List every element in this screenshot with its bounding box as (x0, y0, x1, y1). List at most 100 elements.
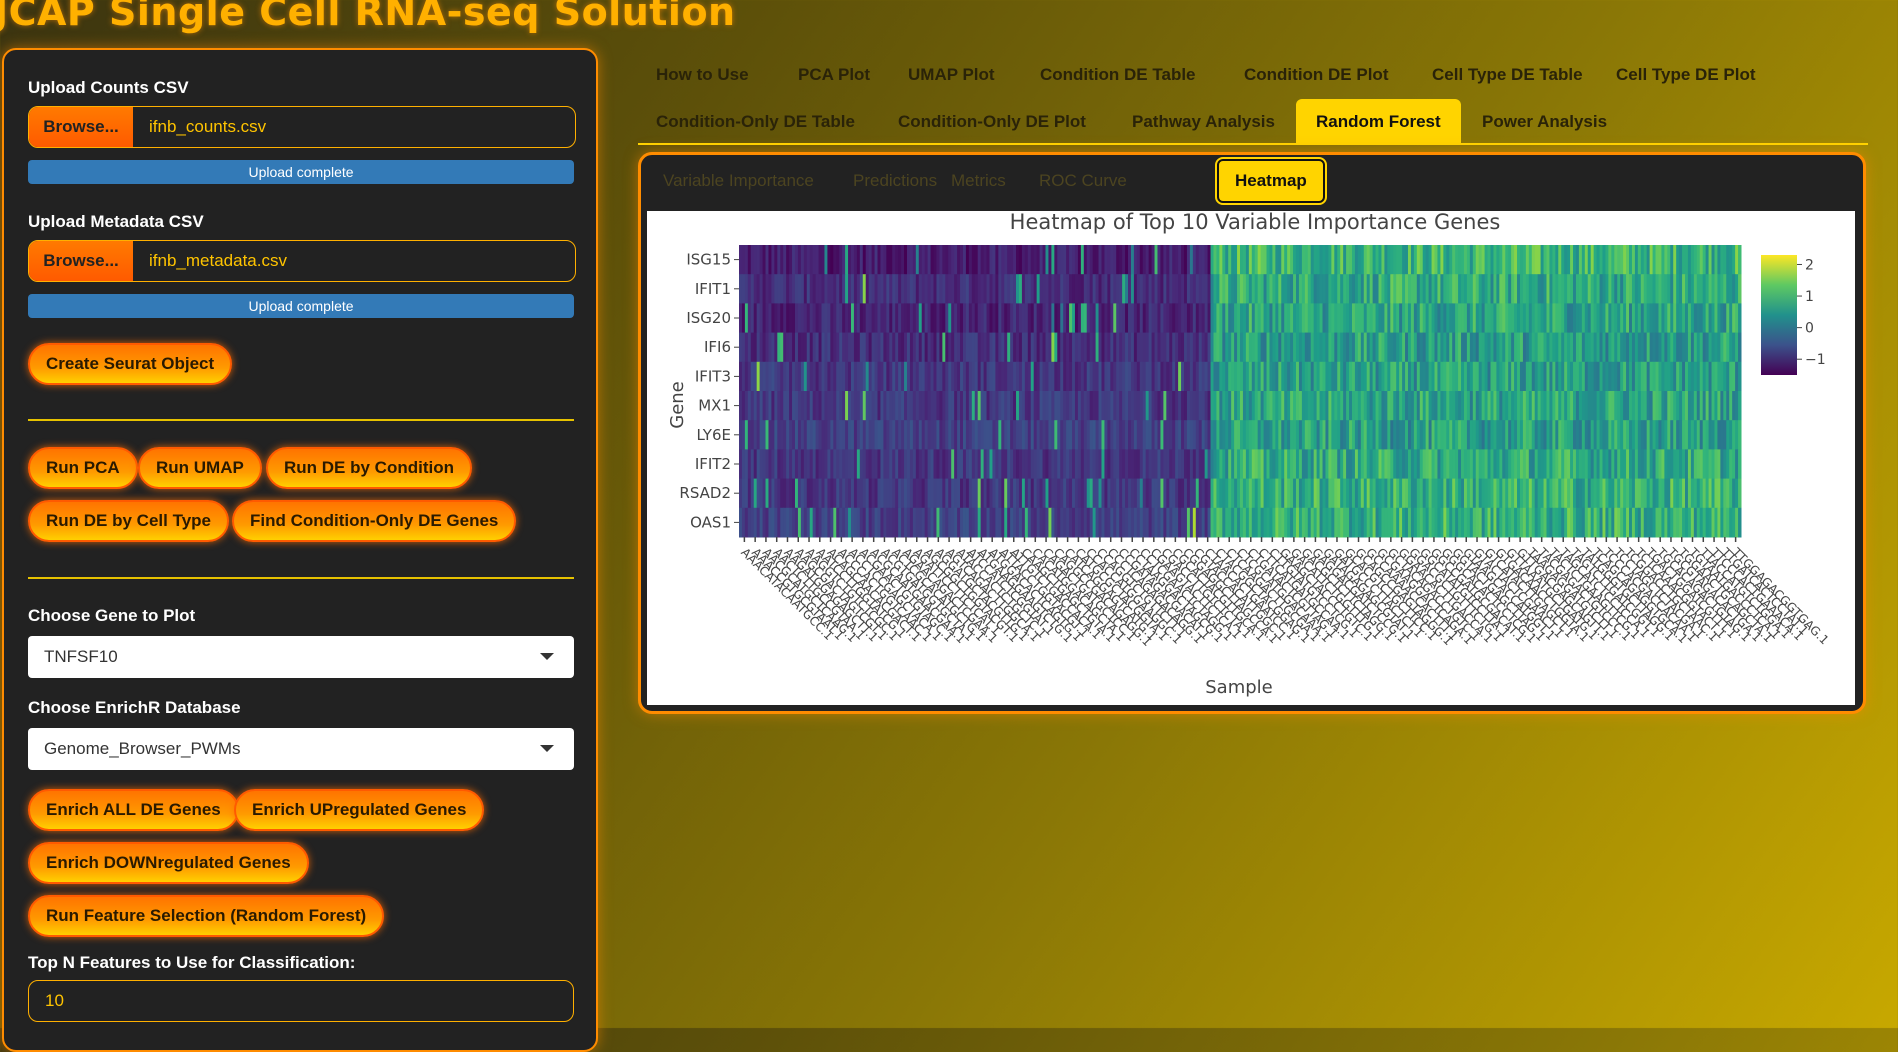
heatmap-cell (1346, 245, 1350, 275)
heatmap-cell (1080, 420, 1085, 450)
heatmap-cell (909, 478, 914, 509)
heatmap-cell (836, 507, 840, 538)
heatmap-cell (753, 274, 758, 304)
heatmap-cell (1337, 507, 1341, 538)
heatmap-cell (1381, 420, 1385, 450)
heatmap-cell (1631, 449, 1636, 480)
subtab-heatmap[interactable]: Heatmap (1215, 157, 1327, 205)
heatmap-cell (895, 391, 899, 421)
heatmap-cell (1048, 245, 1052, 275)
heatmap-cell (1316, 361, 1321, 392)
heatmap-cell (836, 274, 840, 304)
enrich-down-button[interactable]: Enrich DOWNregulated Genes (28, 842, 309, 884)
heatmap-cell (1036, 245, 1041, 275)
heatmap-cell (968, 361, 973, 392)
tab-pathway-analysis[interactable]: Pathway Analysis (1112, 99, 1295, 145)
heatmap-cell (1455, 245, 1459, 275)
metadata-file-name[interactable]: ifnb_metadata.csv (133, 241, 575, 281)
heatmap-cell (865, 391, 870, 421)
heatmap-cell (1272, 303, 1276, 334)
heatmap-cell (839, 478, 843, 509)
tab-how-to-use[interactable]: How to Use (636, 52, 769, 98)
heatmap-cell (1705, 420, 1710, 450)
heatmap-cell (1399, 361, 1403, 392)
run-pca-button[interactable]: Run PCA (28, 447, 138, 489)
heatmap-cell (803, 332, 808, 363)
heatmap-cell (1711, 361, 1715, 392)
run-umap-button[interactable]: Run UMAP (138, 447, 262, 489)
heatmap-cell (1696, 507, 1701, 538)
heatmap-cell (797, 245, 802, 275)
heatmap-cell (1293, 361, 1297, 392)
heatmap-cell (1175, 507, 1179, 538)
heatmap-cell (1405, 478, 1409, 509)
heatmap-cell (1357, 245, 1362, 275)
heatmap-cell (1646, 303, 1651, 334)
heatmap-cell (942, 245, 946, 275)
heatmap-cell (1670, 303, 1674, 334)
enrich-all-button[interactable]: Enrich ALL DE Genes (28, 789, 239, 831)
run-feature-selection-button[interactable]: Run Feature Selection (Random Forest) (28, 895, 385, 937)
heatmap-cell (1240, 332, 1244, 363)
heatmap-cell (1251, 449, 1256, 480)
heatmap-cell (1024, 245, 1029, 275)
heatmap-cell (1599, 449, 1603, 480)
heatmap-cell (1142, 391, 1147, 421)
heatmap-cell (1245, 332, 1250, 363)
heatmap-cell (1257, 303, 1262, 334)
heatmap-cell (1207, 420, 1212, 450)
heatmap-cell (1057, 361, 1061, 392)
heatmap-cell (933, 332, 937, 363)
tab-cell-type-de-table[interactable]: Cell Type DE Table (1412, 52, 1603, 98)
heatmap-plot[interactable]: Heatmap of Top 10 Variable Importance Ge… (647, 210, 1855, 705)
heatmap-cell (886, 303, 890, 334)
topn-input[interactable]: 10 (28, 980, 574, 1022)
heatmap-cell (1016, 332, 1020, 363)
heatmap-cell (995, 274, 999, 304)
subtab-variable-importance[interactable]: Variable Importance (647, 159, 830, 203)
enrichr-select[interactable]: Genome_Browser_PWMs (28, 728, 574, 770)
enrich-up-button[interactable]: Enrich UPregulated Genes (234, 789, 485, 831)
create-seurat-button[interactable]: Create Seurat Object (28, 343, 233, 385)
run-de-condition-button[interactable]: Run DE by Condition (266, 447, 472, 489)
heatmap-cell (1422, 478, 1427, 509)
heatmap-cell (1160, 245, 1164, 275)
heatmap-cell (960, 303, 964, 334)
heatmap-cell (1679, 303, 1683, 334)
heatmap-cell (1328, 274, 1332, 304)
heatmap-cell (889, 303, 893, 334)
heatmap-cell (1640, 245, 1645, 275)
heatmap-cell (1590, 303, 1595, 334)
heatmap-cell (1525, 332, 1530, 363)
tab-cell-type-de-plot[interactable]: Cell Type DE Plot (1596, 52, 1776, 98)
run-de-celltype-button[interactable]: Run DE by Cell Type (28, 500, 229, 542)
tab-pca-plot[interactable]: PCA Plot (778, 52, 890, 98)
counts-browse-button[interactable]: Browse... (29, 107, 133, 147)
tab-condition-de-table[interactable]: Condition DE Table (1020, 52, 1216, 98)
heatmap-svg[interactable]: Heatmap of Top 10 Variable Importance Ge… (647, 210, 1855, 705)
metadata-file-input[interactable]: Browse... ifnb_metadata.csv (28, 240, 576, 282)
subtab-metrics[interactable]: Metrics (935, 159, 1022, 203)
find-condition-only-button[interactable]: Find Condition-Only DE Genes (232, 500, 517, 542)
heatmap-cell (1564, 420, 1568, 450)
heatmap-cell (1623, 478, 1627, 509)
tab-condition-only-de-table[interactable]: Condition-Only DE Table (636, 99, 875, 145)
tab-power-analysis[interactable]: Power Analysis (1462, 99, 1627, 145)
heatmap-cell (1599, 361, 1603, 392)
subtab-roc-curve[interactable]: ROC Curve (1023, 159, 1143, 203)
counts-file-name[interactable]: ifnb_counts.csv (133, 107, 575, 147)
tab-condition-de-plot[interactable]: Condition DE Plot (1224, 52, 1408, 98)
tab-random-forest[interactable]: Random Forest (1296, 99, 1461, 145)
heatmap-cell (744, 478, 749, 509)
heatmap-cell (1001, 420, 1005, 450)
heatmap-cell (960, 332, 964, 363)
heatmap-cell (1699, 361, 1704, 392)
metadata-browse-button[interactable]: Browse... (29, 241, 133, 281)
heatmap-cell (1634, 332, 1639, 363)
gene-select[interactable]: TNFSF10 (28, 636, 574, 678)
tab-condition-only-de-plot[interactable]: Condition-Only DE Plot (878, 99, 1106, 145)
heatmap-cell (1128, 303, 1132, 334)
counts-file-input[interactable]: Browse... ifnb_counts.csv (28, 106, 576, 148)
tab-umap-plot[interactable]: UMAP Plot (888, 52, 1015, 98)
heatmap-cell (1702, 274, 1707, 304)
